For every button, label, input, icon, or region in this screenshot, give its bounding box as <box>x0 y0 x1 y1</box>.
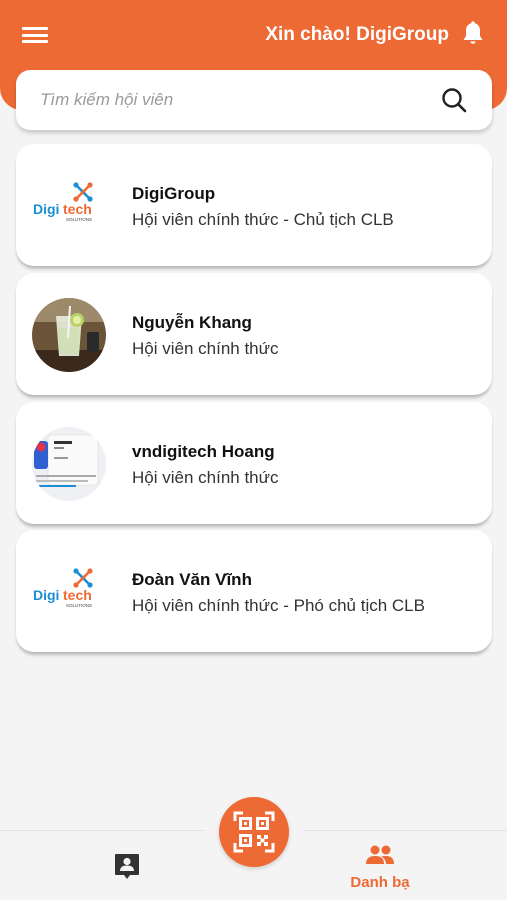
hamburger-menu-icon[interactable] <box>22 24 48 46</box>
qr-code-icon <box>233 811 275 853</box>
member-role: Hội viên chính thức - Chủ tịch CLB <box>132 210 394 229</box>
contact-card-icon[interactable] <box>112 851 142 881</box>
logo-text-digi: Digi <box>33 587 59 603</box>
search-input[interactable] <box>40 88 420 112</box>
member-name: Nguyễn Khang <box>132 313 252 332</box>
logo-text-digi: Digi <box>33 201 59 217</box>
search-icon[interactable] <box>440 86 468 114</box>
member-role: Hội viên chính thức <box>132 339 279 358</box>
member-role: Hội viên chính thức <box>132 468 279 487</box>
member-card[interactable]: Digi tech SOLUTIONS DigiGroup Hội viên c… <box>16 144 492 266</box>
member-name: Đoàn Văn Vĩnh <box>132 570 252 589</box>
member-card[interactable]: vndigitech Hoang Hội viên chính thức <box>16 402 492 524</box>
member-card[interactable]: Nguyễn Khang Hội viên chính thức <box>16 273 492 395</box>
member-screenshot-avatar <box>32 427 106 501</box>
logo-text-tech: tech <box>63 201 92 217</box>
logo-tagline: SOLUTIONS <box>66 603 92 608</box>
screenshot-thumbnail <box>32 427 106 501</box>
logo-tagline: SOLUTIONS <box>66 217 92 222</box>
member-card[interactable]: Digi tech SOLUTIONS Đoàn Văn Vĩnh Hội vi… <box>16 530 492 652</box>
bell-icon[interactable] <box>461 21 485 47</box>
member-photo-avatar <box>32 298 106 372</box>
greeting-text: Xin chào! DigiGroup <box>265 24 449 45</box>
member-name: vndigitech Hoang <box>132 442 275 461</box>
digitech-logo-avatar: Digi tech SOLUTIONS <box>32 169 106 243</box>
digitech-solutions-logo: Digi tech SOLUTIONS <box>33 182 93 222</box>
people-icon <box>366 845 394 864</box>
member-name: DigiGroup <box>132 184 216 203</box>
nav-contacts-tab[interactable]: Danh bạ <box>340 845 420 897</box>
digitech-solutions-logo: Digi tech SOLUTIONS <box>33 568 93 608</box>
digitech-logo-avatar: Digi tech SOLUTIONS <box>32 555 106 629</box>
qr-scan-button[interactable] <box>219 797 289 867</box>
search-bar <box>16 70 492 130</box>
photo-drink-glass <box>32 298 106 372</box>
member-role: Hội viên chính thức - Phó chủ tịch CLB <box>132 596 425 615</box>
logo-text-tech: tech <box>63 587 92 603</box>
nav-contacts-label: Danh bạ <box>350 874 410 891</box>
